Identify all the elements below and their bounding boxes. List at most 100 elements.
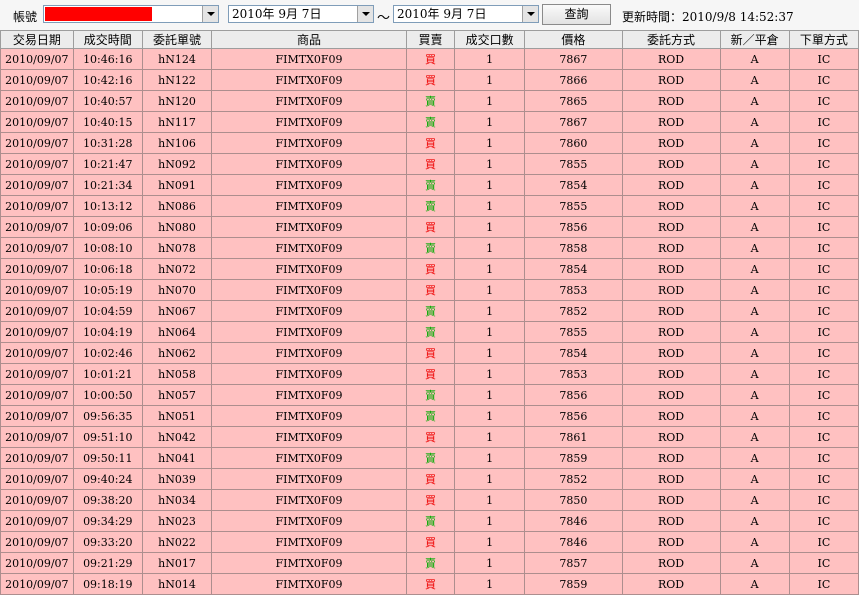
table-row[interactable]: 2010/09/07 10:21:47 hN092 FIMTX0F09 買 1 7855 RO… — [0, 153, 859, 175]
order-no-cell: hN078 — [141, 237, 213, 259]
col-header-fill-time[interactable]: 成交時間 — [72, 30, 143, 49]
table-row[interactable]: 2010/09/07 10:09:06 hN080 FIMTX0F09 買 1 7856 RO… — [0, 216, 859, 238]
trade-date-cell: 2010/09/07 — [0, 489, 74, 511]
table-row[interactable]: 2010/09/07 09:56:35 hN051 FIMTX0F09 賣 1 7856 RO… — [0, 405, 859, 427]
table-row[interactable]: 2010/09/07 10:06:18 hN072 FIMTX0F09 買 1 7854 RO… — [0, 258, 859, 280]
chevron-down-icon[interactable] — [522, 6, 538, 22]
order-method-cell: IC — [788, 468, 859, 490]
qty-cell: 1 — [454, 132, 526, 154]
price-cell: 7861 — [524, 426, 623, 448]
table-row[interactable]: 2010/09/07 10:40:57 hN120 FIMTX0F09 賣 1 7865 RO… — [0, 90, 859, 112]
table-row[interactable]: 2010/09/07 10:01:21 hN058 FIMTX0F09 買 1 7853 RO… — [0, 363, 859, 385]
chevron-down-icon[interactable] — [202, 6, 218, 22]
order-method-cell: IC — [788, 279, 859, 301]
side-cell: 買 — [406, 69, 456, 91]
price-cell: 7855 — [524, 321, 623, 343]
price-cell: 7858 — [524, 237, 623, 259]
trade-date-cell: 2010/09/07 — [0, 258, 74, 280]
side-cell: 買 — [406, 153, 456, 175]
table-row[interactable]: 2010/09/07 10:21:34 hN091 FIMTX0F09 賣 1 7854 RO… — [0, 174, 859, 196]
trade-date-cell: 2010/09/07 — [0, 342, 74, 364]
table-row[interactable]: 2010/09/07 10:02:46 hN062 FIMTX0F09 買 1 7854 RO… — [0, 342, 859, 364]
qty-cell: 1 — [454, 258, 526, 280]
qty-cell: 1 — [454, 321, 526, 343]
trade-date-cell: 2010/09/07 — [0, 216, 74, 238]
col-header-open-close[interactable]: 新／平倉 — [719, 30, 790, 49]
order-method-cell: IC — [788, 132, 859, 154]
date-to-picker[interactable]: 2010年 9月 7日 — [393, 5, 539, 23]
price-cell: 7854 — [524, 174, 623, 196]
qty-cell: 1 — [454, 552, 526, 574]
side-cell: 買 — [406, 573, 456, 595]
order-no-cell: hN017 — [141, 552, 213, 574]
table-row[interactable]: 2010/09/07 09:18:19 hN014 FIMTX0F09 買 1 7859 RO… — [0, 573, 859, 595]
table-row[interactable]: 2010/09/07 09:51:10 hN042 FIMTX0F09 買 1 7861 RO… — [0, 426, 859, 448]
chevron-down-icon[interactable] — [357, 6, 373, 22]
order-no-cell: hN117 — [141, 111, 213, 133]
open-close-cell: A — [719, 447, 790, 469]
fill-time-cell: 09:34:29 — [72, 510, 143, 532]
account-dropdown[interactable] — [43, 5, 219, 23]
table-row[interactable]: 2010/09/07 10:05:19 hN070 FIMTX0F09 買 1 7853 RO… — [0, 279, 859, 301]
order-no-cell: hN064 — [141, 321, 213, 343]
order-no-cell: hN022 — [141, 531, 213, 553]
order-no-cell: hN039 — [141, 468, 213, 490]
table-row[interactable]: 2010/09/07 10:08:10 hN078 FIMTX0F09 賣 1 7858 RO… — [0, 237, 859, 259]
product-cell: FIMTX0F09 — [211, 363, 408, 385]
col-header-product[interactable]: 商品 — [211, 30, 408, 49]
price-cell: 7854 — [524, 342, 623, 364]
qty-cell: 1 — [454, 174, 526, 196]
col-header-price[interactable]: 價格 — [524, 30, 623, 49]
col-header-trade-date[interactable]: 交易日期 — [0, 30, 74, 49]
table-row[interactable]: 2010/09/07 10:04:59 hN067 FIMTX0F09 賣 1 7852 RO… — [0, 300, 859, 322]
order-no-cell: hN122 — [141, 69, 213, 91]
order-method-cell: IC — [788, 237, 859, 259]
query-button[interactable]: 查詢 — [542, 4, 611, 25]
col-header-order-method[interactable]: 下單方式 — [788, 30, 859, 49]
qty-cell: 1 — [454, 447, 526, 469]
table-row[interactable]: 2010/09/07 09:50:11 hN041 FIMTX0F09 賣 1 7859 RO… — [0, 447, 859, 469]
table-row[interactable]: 2010/09/07 10:13:12 hN086 FIMTX0F09 賣 1 7855 RO… — [0, 195, 859, 217]
price-cell: 7855 — [524, 153, 623, 175]
order-no-cell: hN034 — [141, 489, 213, 511]
side-cell: 買 — [406, 342, 456, 364]
price-cell: 7856 — [524, 216, 623, 238]
header-row: 交易日期 成交時間 委託單號 商品 買賣 成交口數 價格 委託方式 新／平倉 下… — [0, 30, 859, 49]
product-cell: FIMTX0F09 — [211, 300, 408, 322]
table-row[interactable]: 2010/09/07 10:31:28 hN106 FIMTX0F09 買 1 7860 RO… — [0, 132, 859, 154]
date-from-picker[interactable]: 2010年 9月 7日 — [228, 5, 374, 23]
order-no-cell: hN072 — [141, 258, 213, 280]
table-row[interactable]: 2010/09/07 09:38:20 hN034 FIMTX0F09 買 1 7850 RO… — [0, 489, 859, 511]
col-header-qty[interactable]: 成交口數 — [454, 30, 526, 49]
product-cell: FIMTX0F09 — [211, 279, 408, 301]
table-row[interactable]: 2010/09/07 09:34:29 hN023 FIMTX0F09 賣 1 7846 RO… — [0, 510, 859, 532]
order-type-cell: ROD — [621, 69, 721, 91]
side-cell: 買 — [406, 216, 456, 238]
qty-cell: 1 — [454, 48, 526, 70]
order-method-cell: IC — [788, 48, 859, 70]
trade-date-cell: 2010/09/07 — [0, 237, 74, 259]
table-row[interactable]: 2010/09/07 10:04:19 hN064 FIMTX0F09 賣 1 7855 RO… — [0, 321, 859, 343]
order-type-cell: ROD — [621, 363, 721, 385]
table-row[interactable]: 2010/09/07 10:40:15 hN117 FIMTX0F09 賣 1 7867 RO… — [0, 111, 859, 133]
open-close-cell: A — [719, 342, 790, 364]
price-cell: 7867 — [524, 111, 623, 133]
price-cell: 7865 — [524, 90, 623, 112]
table-row[interactable]: 2010/09/07 09:21:29 hN017 FIMTX0F09 賣 1 7857 RO… — [0, 552, 859, 574]
product-cell: FIMTX0F09 — [211, 510, 408, 532]
qty-cell: 1 — [454, 237, 526, 259]
table-row[interactable]: 2010/09/07 09:40:24 hN039 FIMTX0F09 買 1 7852 RO… — [0, 468, 859, 490]
table-row[interactable]: 2010/09/07 10:00:50 hN057 FIMTX0F09 賣 1 7856 RO… — [0, 384, 859, 406]
price-cell: 7852 — [524, 300, 623, 322]
col-header-side[interactable]: 買賣 — [406, 30, 456, 49]
col-header-order-no[interactable]: 委託單號 — [141, 30, 213, 49]
col-header-order-type[interactable]: 委託方式 — [621, 30, 721, 49]
table-row[interactable]: 2010/09/07 10:46:16 hN124 FIMTX0F09 買 1 7867 RO… — [0, 48, 859, 70]
table-row[interactable]: 2010/09/07 09:33:20 hN022 FIMTX0F09 買 1 7846 RO… — [0, 531, 859, 553]
price-cell: 7859 — [524, 573, 623, 595]
update-time-value: 2010/9/8 14:52:37 — [682, 10, 794, 24]
open-close-cell: A — [719, 69, 790, 91]
side-cell: 賣 — [406, 405, 456, 427]
table-row[interactable]: 2010/09/07 10:42:16 hN122 FIMTX0F09 買 1 7866 RO… — [0, 69, 859, 91]
order-type-cell: ROD — [621, 111, 721, 133]
